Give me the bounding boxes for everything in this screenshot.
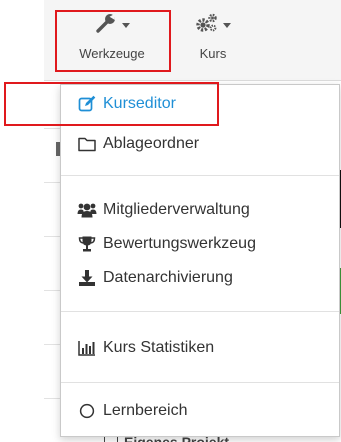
- menu-item-bewertungswerkzeug[interactable]: Bewertungswerkzeug: [61, 230, 339, 258]
- users-icon: [77, 201, 97, 219]
- menu-item-label: Lernbereich: [103, 402, 188, 419]
- menu-item-ablageordner[interactable]: Ablageordner: [61, 130, 339, 158]
- gears-icon: [195, 13, 218, 38]
- menu-divider: [61, 175, 339, 176]
- menu-item-label: Bewertungswerkzeug: [103, 235, 256, 252]
- chevron-down-icon: [222, 22, 231, 28]
- werkzeuge-label: Werkzeuge: [79, 46, 145, 61]
- menu-divider: [61, 311, 339, 312]
- kurs-menu-button[interactable]: Kurs: [188, 8, 238, 61]
- menu-item-kurseditor[interactable]: Kurseditor: [61, 90, 339, 118]
- download-icon: [77, 269, 97, 287]
- kurs-label: Kurs: [199, 46, 227, 61]
- menu-item-label: Datenarchivierung: [103, 269, 233, 286]
- werkzeuge-menu-button[interactable]: Werkzeuge: [56, 8, 168, 61]
- menu-item-label: Mitgliederverwaltung: [103, 201, 250, 218]
- bar-chart-icon: [77, 339, 97, 357]
- folder-icon: [77, 135, 97, 153]
- menu-item-label: Kurseditor: [103, 95, 176, 112]
- edit-icon: [77, 95, 97, 113]
- chevron-down-icon: [121, 22, 130, 28]
- menu-item-kurs-statistiken[interactable]: Kurs Statistiken: [61, 334, 339, 362]
- menu-item-mitgliederverwaltung[interactable]: Mitgliederverwaltung: [61, 196, 339, 224]
- menu-item-lernbereich[interactable]: Lernbereich: [61, 397, 339, 425]
- checkbox-icon: [104, 436, 118, 442]
- menu-item-label: Ablageordner: [103, 135, 200, 152]
- circle-icon: [77, 402, 97, 420]
- wrench-icon: [95, 12, 117, 39]
- menu-divider: [61, 382, 339, 383]
- menu-item-label: Kurs Statistiken: [103, 339, 215, 356]
- werkzeuge-dropdown-menu: Kurseditor Ablageordner Mitgliederverwal…: [60, 84, 340, 437]
- trophy-icon: [77, 235, 97, 253]
- menu-item-datenarchivierung[interactable]: Datenarchivierung: [61, 264, 339, 292]
